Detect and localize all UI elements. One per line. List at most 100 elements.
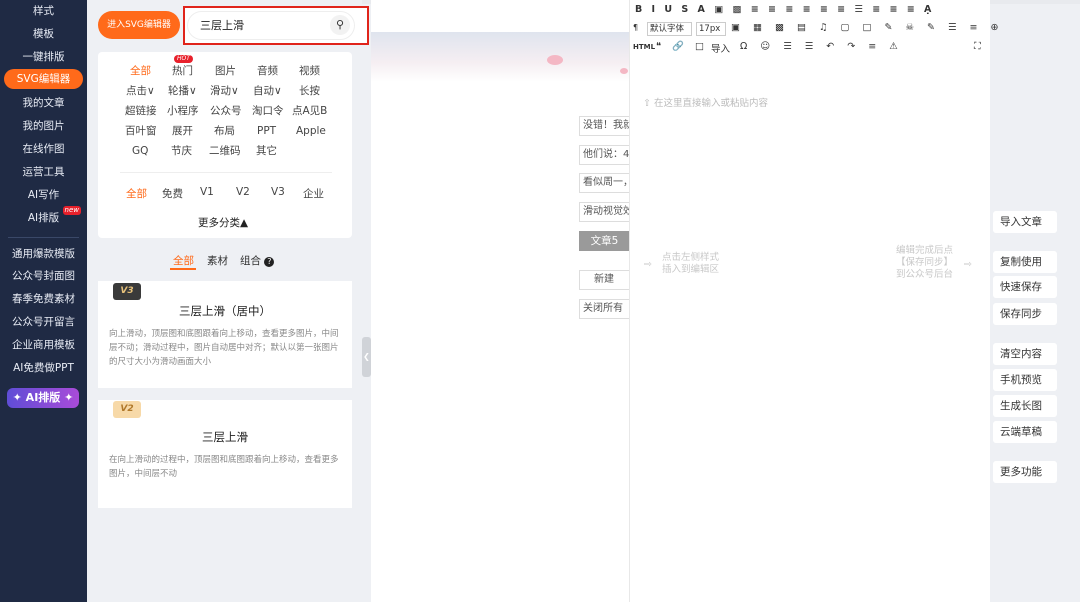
font-family-select[interactable]: 默认字体	[647, 22, 692, 36]
category-slide[interactable]: 滑动∨	[210, 84, 239, 98]
tier-enterprise[interactable]: 企业	[303, 186, 324, 201]
sidebar-item-ops-tools[interactable]: 运营工具	[0, 164, 87, 180]
paragraph-icon[interactable]: ¶	[633, 23, 638, 32]
template-title: 三层上滑（居中）	[179, 304, 271, 318]
category-taobao-code[interactable]: 淘口令	[252, 104, 284, 118]
cloud-draft-button[interactable]: 云端草稿	[993, 421, 1057, 443]
category-apple[interactable]: Apple	[296, 124, 326, 138]
html-source-icon[interactable]: HTML	[633, 43, 655, 51]
category-click-a-see-b[interactable]: 点A见B	[292, 104, 327, 118]
sidebar-item-style[interactable]: 样式	[0, 3, 87, 19]
more-categories-toggle[interactable]: 更多分类▲	[198, 215, 248, 230]
category-all[interactable]: 全部	[130, 64, 151, 78]
editor	[629, 0, 990, 602]
close-all-button[interactable]: 关闭所有	[579, 299, 630, 319]
mobile-preview-button[interactable]: 手机预览	[993, 369, 1057, 391]
template-description: 向上滑动，顶层图和底图跟着向上移动，查看更多图片，中间层不动；滑动过程中，图片自…	[109, 329, 339, 367]
format-toolbar-row-2[interactable]: ▣ ▦ ▩ ▤ ♫ ▢ □ ✎ ☠ ✎ ☰ ≡ ⊕	[731, 22, 1003, 33]
sidebar-item-ai-layout[interactable]: AI排版 new	[0, 206, 87, 226]
category-click[interactable]: 点击∨	[126, 84, 155, 98]
category-audio[interactable]: 音频	[257, 64, 278, 78]
sidebar-item-template[interactable]: 模板	[0, 26, 87, 42]
template-title: 三层上滑	[202, 430, 248, 444]
category-mini-program[interactable]: 小程序	[167, 104, 199, 118]
category-long-press[interactable]: 长按	[299, 84, 320, 98]
sidebar-item-spring-materials[interactable]: 春季免费素材	[0, 291, 87, 307]
tier-v1[interactable]: V1	[200, 186, 214, 198]
article-row[interactable]: 看似周一，	[579, 173, 630, 193]
category-hot[interactable]: 热门	[172, 64, 193, 78]
sidebar-item-ai-layout-label: AI排版	[27, 212, 60, 224]
article-row[interactable]: 滑动视觉效	[579, 202, 630, 222]
clear-content-button[interactable]: 清空内容	[993, 343, 1057, 365]
more-functions-button[interactable]: 更多功能	[993, 461, 1057, 483]
category-image[interactable]: 图片	[215, 64, 236, 78]
tab-active-indicator	[170, 268, 196, 270]
sidebar-item-business-templates[interactable]: 企业商用模板	[0, 337, 87, 353]
generate-long-image-button[interactable]: 生成长图	[993, 395, 1057, 417]
format-toolbar-row-3a[interactable]: ❝ 🔗 □	[656, 41, 708, 52]
hint-insert: 点击左侧样式 插入到编辑区	[662, 252, 720, 275]
tier-all[interactable]: 全部	[126, 186, 147, 201]
sidebar-item-one-click-layout[interactable]: 一键排版	[0, 49, 87, 65]
category-blinds[interactable]: 百叶窗	[125, 124, 157, 138]
quick-save-button[interactable]: 快速保存	[993, 276, 1057, 298]
new-badge: new	[62, 206, 81, 215]
sidebar-item-cover-image[interactable]: 公众号封面图	[0, 268, 87, 284]
sidebar-item-my-articles[interactable]: 我的文章	[0, 95, 87, 111]
sidebar-item-svg-editor[interactable]: SVG编辑器	[4, 69, 83, 89]
tab-all[interactable]: 全部	[173, 253, 194, 268]
new-button[interactable]: 新建	[579, 270, 630, 290]
petal-decoration	[620, 68, 628, 74]
v2-badge: V2	[113, 401, 141, 418]
article-row[interactable]: 他们说：4.	[579, 145, 630, 165]
tab-materials[interactable]: 素材	[207, 253, 228, 268]
article-row[interactable]: 没错！我就	[579, 116, 630, 136]
help-icon[interactable]: ?	[264, 257, 275, 267]
import-button[interactable]: 导入	[711, 41, 730, 55]
category-video[interactable]: 视频	[299, 64, 320, 78]
hint-save-sync: 编辑完成后点 【保存同步】 到公众号后台	[896, 245, 954, 280]
tier-free[interactable]: 免费	[162, 186, 183, 201]
v3-badge: V3	[113, 283, 141, 300]
category-auto[interactable]: 自动∨	[253, 84, 282, 98]
font-size-select[interactable]: 17px	[696, 22, 726, 36]
left-arrow-icon: ⇨	[644, 259, 652, 270]
tier-v3[interactable]: V3	[271, 186, 285, 198]
sidebar-item-online-design[interactable]: 在线作图	[0, 141, 87, 157]
category-carousel[interactable]: 轮播∨	[168, 84, 197, 98]
format-toolbar-row-1[interactable]: B I U S A ▣ ▩ ≡ ≡ ≡ ≡ ≡ ≡ ☰ ≡ ≡ ≡ Ạ	[635, 4, 934, 15]
category-official-account[interactable]: 公众号	[210, 104, 242, 118]
category-expand[interactable]: 展开	[172, 124, 193, 138]
sidebar-item-ai-ppt[interactable]: AI免费做PPT	[0, 360, 87, 376]
import-article-button[interactable]: 导入文章	[993, 211, 1057, 233]
sidebar-item-comments[interactable]: 公众号开留言	[0, 314, 87, 330]
category-ppt[interactable]: PPT	[257, 124, 276, 138]
category-qrcode[interactable]: 二维码	[209, 144, 241, 158]
category-gq[interactable]: GQ	[132, 144, 148, 158]
category-other[interactable]: 其它	[256, 144, 277, 158]
search-input[interactable]	[200, 13, 320, 37]
save-sync-button[interactable]: 保存同步	[993, 303, 1057, 325]
template-description: 在向上滑动的过程中，顶层图和底图跟着向上移动，查看更多图片，中间层不动	[109, 455, 339, 479]
sidebar: 样式 模板 一键排版 SVG编辑器 我的文章 我的图片 在线作图 运营工具 AI…	[0, 0, 87, 602]
right-arrow-icon: ⇨	[964, 259, 972, 270]
category-festival[interactable]: 节庆	[171, 144, 192, 158]
category-layout[interactable]: 布局	[214, 124, 235, 138]
collapse-panel-handle[interactable]: ❮	[362, 337, 371, 377]
ai-layout-button[interactable]: ✦ AI排版 ✦	[7, 388, 79, 408]
upload-arrow-icon: ⇧	[643, 98, 654, 109]
sidebar-item-my-images[interactable]: 我的图片	[0, 118, 87, 134]
search-icon[interactable]: ⚲	[330, 15, 350, 35]
enter-svg-editor-button[interactable]: 进入SVG编辑器	[98, 11, 180, 39]
category-hyperlink[interactable]: 超链接	[125, 104, 157, 118]
tier-v2[interactable]: V2	[236, 186, 250, 198]
sidebar-item-ai-writing[interactable]: AI写作	[0, 187, 87, 203]
format-toolbar-row-3b[interactable]: Ω ☺ ☰ ☰ ↶ ↷ ≡ ⚠	[740, 41, 903, 52]
copy-use-button[interactable]: 复制使用	[993, 251, 1057, 273]
tab-combos[interactable]: 组合 ?	[240, 253, 275, 268]
sidebar-item-viral-templates[interactable]: 通用爆款模版	[0, 246, 87, 262]
article-tab[interactable]: 文章5	[579, 231, 630, 251]
tab-combos-label: 组合	[240, 255, 261, 267]
fullscreen-icon[interactable]: ⛶	[974, 41, 981, 52]
